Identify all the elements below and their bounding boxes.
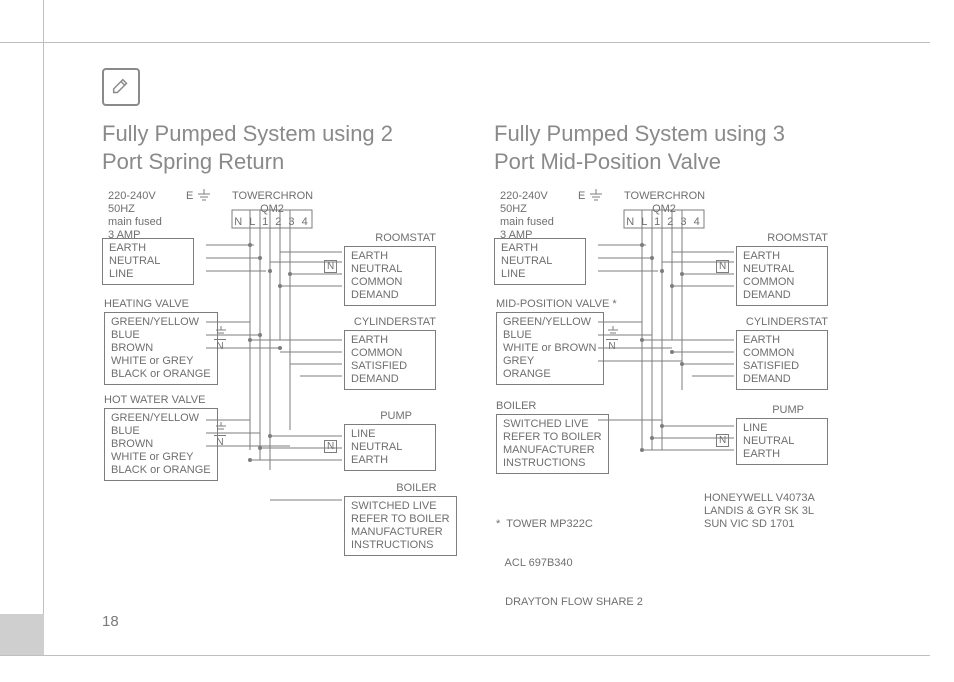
hot-water-valve: HOT WATER VALVE GREEN/YELLOW BLUE BROWN … (104, 394, 218, 481)
footnote-right: HONEYWELL V4073A LANDIS & GYR SK 3L SUN … (704, 490, 815, 533)
midpos-valve: MID-POSITION VALVE * GREEN/YELLOW BLUE W… (496, 298, 617, 385)
n-pump-r: N (716, 434, 729, 447)
title-left: Fully Pumped System using 2 Port Spring … (102, 120, 432, 176)
heating-valve: HEATING VALVE GREEN/YELLOW BLUE BROWN WH… (104, 298, 218, 385)
page-number: 18 (102, 613, 119, 630)
page-rule-left (43, 0, 44, 656)
cylinderstat-r: CYLINDERSTAT EARTH COMMON SATISFIED DEMA… (736, 316, 828, 390)
pump-r: PUMP LINE NEUTRAL EARTH (736, 404, 828, 465)
controller: TOWERCHRON QM2 N L 1 2 3 4 (232, 188, 312, 231)
n-room: N (324, 260, 337, 273)
title-right: Fully Pumped System using 3 Port Mid-Pos… (494, 120, 824, 176)
n-mid: N (606, 326, 620, 353)
page-tab (0, 614, 44, 655)
footnote-left: * TOWER MP322C ACL 697B340 DRAYTON FLOW … (496, 490, 643, 637)
mains-r: EARTH NEUTRAL LINE (494, 238, 586, 285)
supply-spec-r: 220-240V 50HZ main fused 3 AMP (500, 188, 554, 244)
page-rule-top (0, 42, 930, 43)
boiler: BOILER SWITCHED LIVE REFER TO BOILER MAN… (344, 482, 457, 556)
pump: PUMP LINE NEUTRAL EARTH (344, 410, 436, 471)
controller-r: TOWERCHRON QM2 N L 1 2 3 4 (624, 188, 704, 231)
earth-e: E (186, 189, 212, 203)
roomstat: ROOMSTAT EARTH NEUTRAL COMMON DEMAND (344, 232, 436, 306)
mains-block: EARTH NEUTRAL LINE (102, 238, 194, 285)
boiler-r-left: BOILER SWITCHED LIVE REFER TO BOILER MAN… (496, 400, 609, 474)
n-1: N (214, 326, 228, 353)
note-icon (102, 68, 140, 106)
n-2: N (214, 422, 228, 449)
page-rule-bottom (0, 655, 930, 656)
roomstat-r: ROOMSTAT EARTH NEUTRAL COMMON DEMAND (736, 232, 828, 306)
n-pump: N (324, 440, 337, 453)
n-room-r: N (716, 260, 729, 273)
supply-spec: 220-240V 50HZ main fused 3 AMP (108, 188, 162, 244)
earth-e-r: E (578, 189, 604, 203)
cylinderstat: CYLINDERSTAT EARTH COMMON SATISFIED DEMA… (344, 316, 436, 390)
